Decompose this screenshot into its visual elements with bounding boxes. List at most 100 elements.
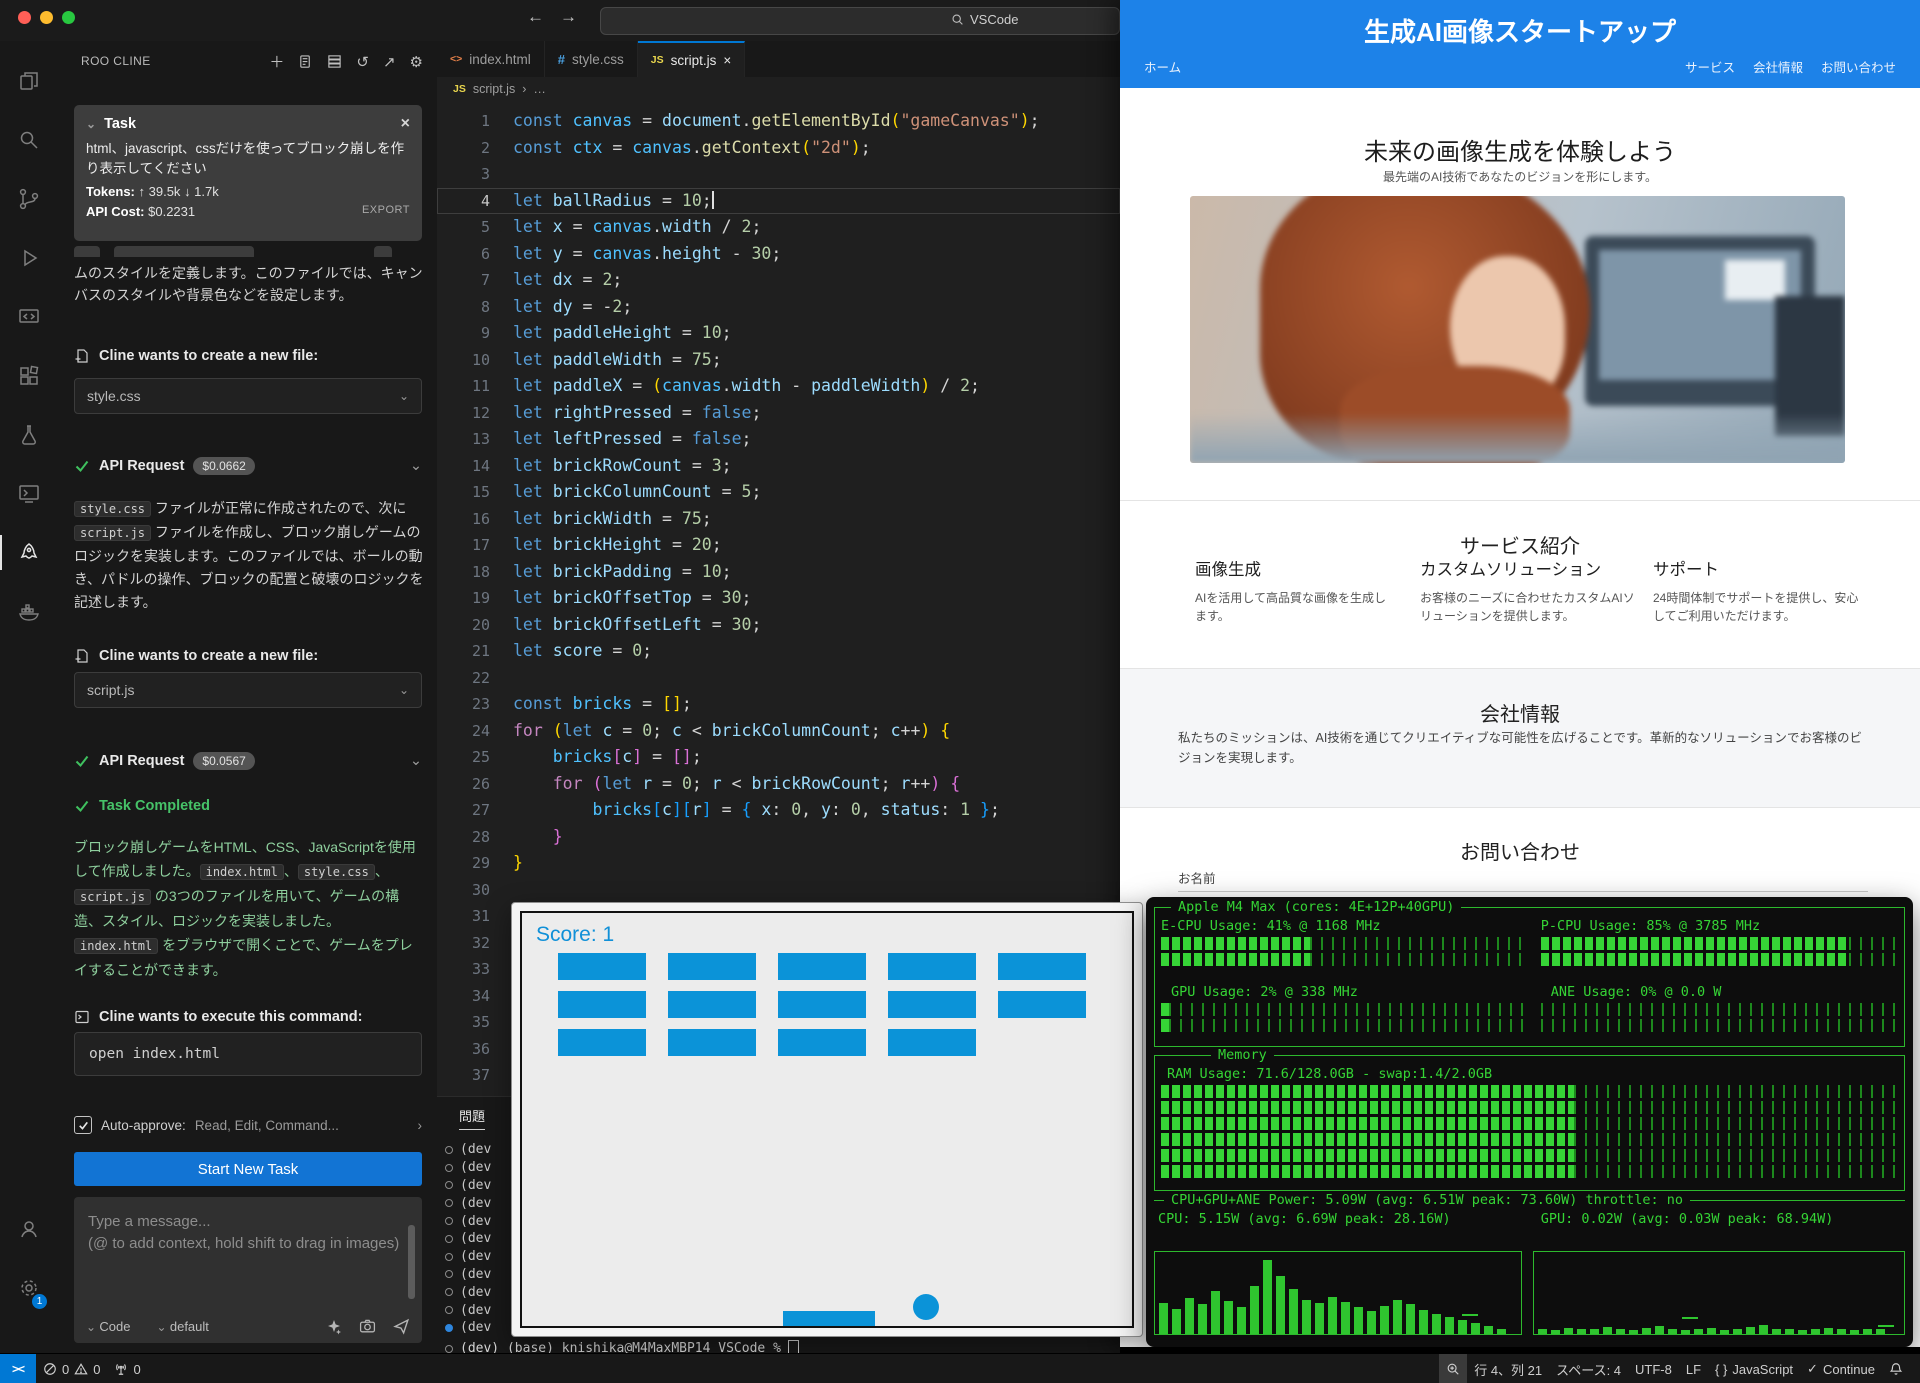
back-arrow-icon[interactable]: ← <box>527 7 544 27</box>
code-line[interactable]: 3 <box>437 161 1120 188</box>
contact-name-input[interactable] <box>1178 891 1868 892</box>
tab-script-js[interactable]: JS script.js × <box>638 41 746 77</box>
roo-cline-icon[interactable] <box>0 523 57 582</box>
indentation-status[interactable]: スペース: 4 <box>1549 1354 1628 1383</box>
file-field-script-js[interactable]: script.js⌄ <box>74 672 422 708</box>
code-line[interactable]: 15let brickColumnCount = 5; <box>437 479 1120 506</box>
nav-link-contact[interactable]: お問い合わせ <box>1821 57 1896 76</box>
nav-link-services[interactable]: サービス <box>1685 57 1735 76</box>
close-traffic-light[interactable] <box>18 11 31 24</box>
minimize-traffic-light[interactable] <box>40 11 53 24</box>
docker-icon[interactable] <box>0 582 57 641</box>
nav-link-company[interactable]: 会社情報 <box>1753 57 1803 76</box>
code-line[interactable]: 10let paddleWidth = 75; <box>437 347 1120 374</box>
new-file-icon <box>74 648 90 664</box>
command-center-search[interactable]: VSCode <box>600 7 1120 35</box>
zoom-traffic-light[interactable] <box>62 11 75 24</box>
code-line[interactable]: 22 <box>437 665 1120 692</box>
source-control-icon[interactable] <box>0 169 57 228</box>
code-line[interactable]: 30 <box>437 877 1120 904</box>
code-line[interactable]: 17let brickHeight = 20; <box>437 532 1120 559</box>
tab-style-css[interactable]: # style.css <box>545 41 638 77</box>
code-line[interactable]: 11let paddleX = (canvas.width - paddleWi… <box>437 373 1120 400</box>
zoom-status-button[interactable] <box>1439 1354 1467 1383</box>
command-box[interactable]: open index.html <box>74 1032 422 1076</box>
cursor-position-status[interactable]: 行 4、列 21 <box>1467 1354 1549 1383</box>
ports-status[interactable]: 0 <box>107 1354 147 1383</box>
close-tab-icon[interactable]: × <box>723 53 731 68</box>
code-line[interactable]: 1const canvas = document.getElementById(… <box>437 108 1120 135</box>
breadcrumb[interactable]: JS script.js › … <box>437 77 1120 101</box>
send-icon[interactable] <box>393 1318 410 1335</box>
tab-problems[interactable]: 問題 <box>459 1106 485 1130</box>
code-line[interactable]: 21let score = 0; <box>437 638 1120 665</box>
encoding-status[interactable]: UTF-8 <box>1628 1354 1679 1383</box>
api-request-row-1[interactable]: API Request $0.0662 ⌄ <box>74 457 422 475</box>
code-line[interactable]: 9let paddleHeight = 10; <box>437 320 1120 347</box>
code-line[interactable]: 25 bricks[c] = []; <box>437 744 1120 771</box>
language-status[interactable]: { }JavaScript <box>1708 1354 1800 1383</box>
code-line[interactable]: 27 bricks[c][r] = { x: 0, y: 0, status: … <box>437 797 1120 824</box>
code-line[interactable]: 13let leftPressed = false; <box>437 426 1120 453</box>
code-line[interactable]: 16let brickWidth = 75; <box>437 506 1120 533</box>
close-task-icon[interactable]: × <box>401 115 410 133</box>
code-line[interactable]: 8let dy = -2; <box>437 294 1120 321</box>
accounts-icon[interactable] <box>0 1199 57 1258</box>
tokens-down: ↓ 1.7k <box>184 184 219 199</box>
mcp-servers-icon[interactable] <box>327 54 342 69</box>
game-browser-window[interactable]: Score: 1 <box>511 902 1143 1337</box>
code-line[interactable]: 14let brickRowCount = 3; <box>437 453 1120 480</box>
chat-input[interactable]: Type a message... (@ to add context, hol… <box>74 1197 422 1343</box>
code-line[interactable]: 20let brickOffsetLeft = 30; <box>437 612 1120 639</box>
auto-approve-checkbox[interactable] <box>74 1116 92 1134</box>
export-button[interactable]: EXPORT <box>362 204 410 216</box>
code-line[interactable]: 24for (let c = 0; c < brickColumnCount; … <box>437 718 1120 745</box>
tab-index-html[interactable]: <> index.html <box>437 41 545 77</box>
panel-settings-icon[interactable]: ⚙ <box>410 53 423 71</box>
code-line[interactable]: 23const bricks = []; <box>437 691 1120 718</box>
api-request-row-2[interactable]: API Request $0.0567 ⌄ <box>74 752 422 770</box>
open-in-editor-icon[interactable]: ↗ <box>383 53 396 71</box>
scrollbar[interactable] <box>408 1225 415 1299</box>
search-view-icon[interactable] <box>0 110 57 169</box>
game-canvas[interactable]: Score: 1 <box>520 911 1134 1328</box>
run-debug-icon[interactable] <box>0 228 57 287</box>
vm-view-icon[interactable] <box>0 464 57 523</box>
code-line[interactable]: 18let brickPadding = 10; <box>437 559 1120 586</box>
enhance-sparkle-icon[interactable] <box>326 1319 342 1335</box>
testing-icon[interactable] <box>0 405 57 464</box>
notifications-bell[interactable] <box>1882 1354 1910 1383</box>
code-line[interactable]: 7let dx = 2; <box>437 267 1120 294</box>
code-line[interactable]: 6let y = canvas.height - 30; <box>437 241 1120 268</box>
code-line[interactable]: 4let ballRadius = 10; <box>437 188 1120 215</box>
code-line[interactable]: 29} <box>437 850 1120 877</box>
remote-window-button[interactable]: >< <box>0 1354 36 1383</box>
notes-icon[interactable] <box>298 54 313 69</box>
input-placeholder: Type a message... (@ to add context, hol… <box>88 1211 408 1255</box>
code-line[interactable]: 2const ctx = canvas.getContext("2d"); <box>437 135 1120 162</box>
forward-arrow-icon[interactable]: → <box>560 7 577 27</box>
settings-gear-icon[interactable]: 1 <box>0 1258 57 1317</box>
file-field-style-css[interactable]: style.css⌄ <box>74 378 422 414</box>
extensions-icon[interactable] <box>0 346 57 405</box>
code-line[interactable]: 26 for (let r = 0; r < brickRowCount; r+… <box>437 771 1120 798</box>
history-icon[interactable]: ↺ <box>356 53 369 71</box>
code-line[interactable]: 5let x = canvas.width / 2; <box>437 214 1120 241</box>
system-monitor-terminal[interactable]: Apple M4 Max (cores: 4E+12P+40GPU) E-CPU… <box>1146 897 1913 1347</box>
profile-select[interactable]: ⌄ default <box>156 1319 208 1334</box>
code-line[interactable]: 28 } <box>437 824 1120 851</box>
remote-explorer-icon[interactable] <box>0 287 57 346</box>
nav-link-home[interactable]: ホーム <box>1144 57 1181 76</box>
auto-approve-row[interactable]: Auto-approve: Read, Edit, Command... › <box>74 1116 422 1134</box>
problems-status[interactable]: 0 0 <box>36 1354 107 1383</box>
continue-status[interactable]: ✓Continue <box>1800 1354 1882 1383</box>
new-task-icon[interactable]: ＋ <box>269 51 284 72</box>
mode-select[interactable]: ⌄ Code <box>86 1319 130 1334</box>
start-new-task-button[interactable]: Start New Task <box>74 1152 422 1186</box>
explorer-icon[interactable] <box>0 51 57 110</box>
eol-status[interactable]: LF <box>1679 1354 1708 1383</box>
code-line[interactable]: 19let brickOffsetTop = 30; <box>437 585 1120 612</box>
collapse-chevron-icon[interactable]: ⌄ <box>86 117 96 131</box>
camera-icon[interactable] <box>359 1318 376 1335</box>
code-line[interactable]: 12let rightPressed = false; <box>437 400 1120 427</box>
